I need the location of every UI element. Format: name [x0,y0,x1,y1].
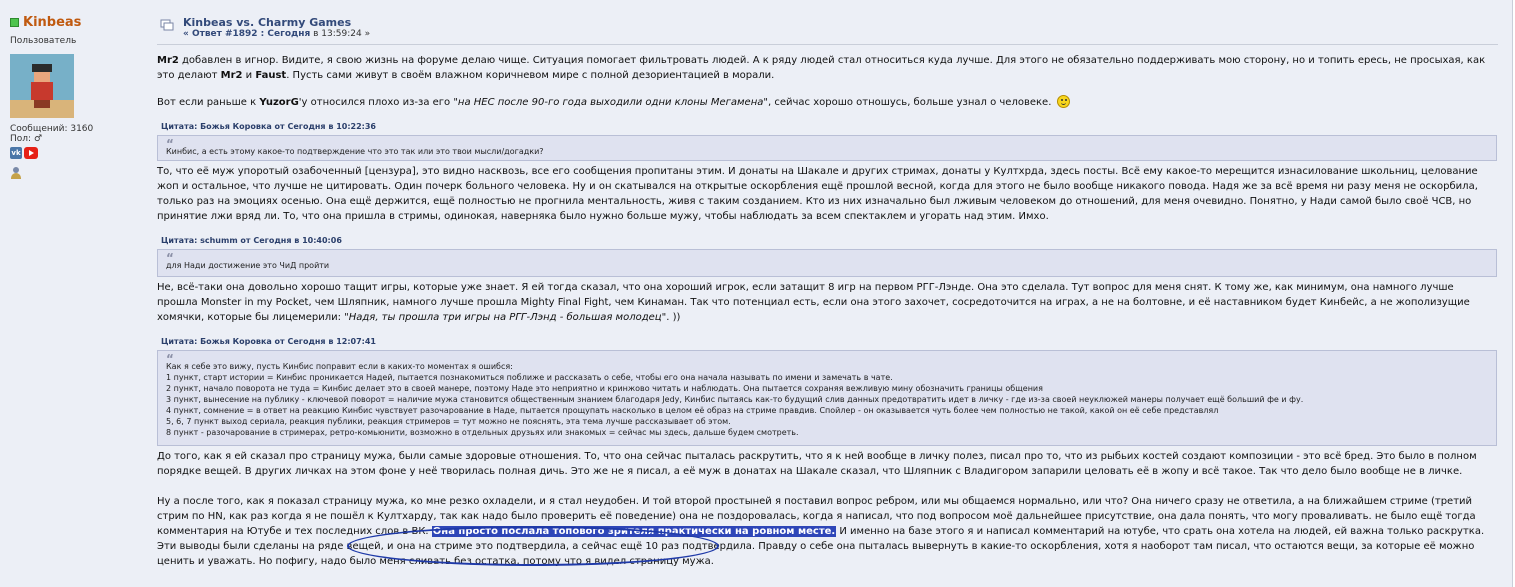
male-icon: ♂ [33,134,43,144]
smiley-icon [1057,95,1071,108]
post-count: Сообщений: 3160 [10,124,94,134]
post-reply-info: « Ответ #1892 : Сегодня в 13:59:24 » [183,29,370,39]
paragraph-3: То, что её муж упоротый озабоченный [цен… [157,166,1478,222]
paragraph-1: Mr2 добавлен в игнор. Видите, я свою жиз… [157,55,1486,81]
quote-header[interactable]: Цитата: Божья Коровка от Сегодня в 10:22… [161,122,1497,132]
gender-label: Пол: [10,134,32,144]
social-links: vk [10,147,150,159]
quote-line: 2 пункт, начало поворота не туда = Кинби… [166,384,1043,393]
online-status-icon [10,17,19,27]
vk-icon[interactable]: vk [10,147,22,159]
quote-header[interactable]: Цитата: Божья Коровка от Сегодня в 12:07… [161,337,1497,347]
quote-header[interactable]: Цитата: schumm от Сегодня в 10:40:06 [161,236,1497,246]
quote-block: “ для Нади достижение это ЧиД пройти [157,249,1497,277]
quote-block: “ Кинбис, а есть этому какое-то подтверж… [157,135,1497,161]
reply-time: в 13:59:24 » [310,29,371,39]
quote-block: “ Как я себе это вижу, пусть Кинбис попр… [157,350,1497,446]
gender-row: Пол: ♂ [10,134,150,144]
paragraph-2: Вот если раньше к YuzorG'у относился пло… [157,95,1497,110]
quote-line: 3 пункт, вынесение на публику - ключевой… [166,395,1304,404]
youtube-icon[interactable] [24,147,38,159]
quote-line: 1 пункт, старт истории = Кинбис проникае… [166,373,893,382]
reply-number-link[interactable]: « Ответ #1892 : Сегодня [183,29,310,39]
paragraph-5: До того, как я ей сказал про страницу му… [157,451,1477,477]
post-body: Mr2 добавлен в игнор. Видите, я свою жиз… [157,53,1497,569]
paragraph-4: Не, всё-таки она довольно хорошо тащит и… [157,282,1470,323]
quote-line: 5, 6, 7 пункт выход сериала, реакция пуб… [166,417,731,426]
quote-line: Кинбис, а есть этому какое-то подтвержде… [166,147,544,156]
header-divider [157,44,1498,45]
username-link[interactable]: Kinbeas [23,15,81,30]
profile-icon[interactable] [10,167,22,179]
post-title-link[interactable]: Kinbeas vs. Charmy Games [183,16,351,29]
forum-post: Kinbeas Пользователь Сообщений: 3160 Пол… [0,0,1513,587]
paragraph-6: Ну а после того, как я показал страницу … [157,496,1485,567]
quote-line: 8 пункт - разочарование в стримерах, рет… [166,428,799,437]
user-info-panel: Kinbeas Пользователь Сообщений: 3160 Пол… [10,14,150,179]
user-rank: Пользователь [10,36,77,46]
highlighted-text: Она просто послала топового зрителя прак… [431,526,837,537]
username-row: Kinbeas [10,14,150,30]
quote-line: 4 пункт, сомнение = в ответ на реакцию К… [166,406,1219,415]
topic-icon [160,19,174,31]
quote-line: для Нади достижение это ЧиД пройти [166,261,330,270]
avatar[interactable] [10,54,74,118]
quote-line: Как я себе это вижу, пусть Кинбис поправ… [166,362,513,371]
